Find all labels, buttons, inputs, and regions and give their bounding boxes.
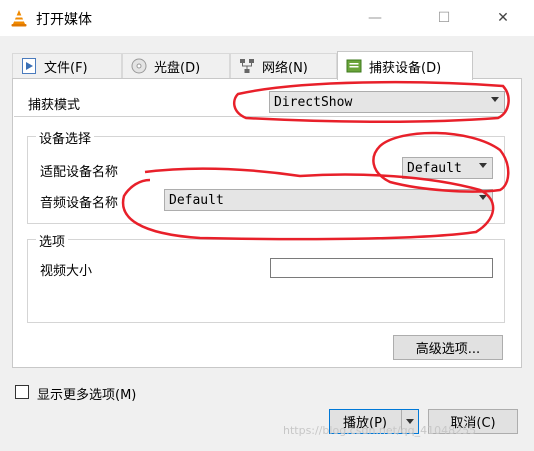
title-bar: 打开媒体 — ☐ ✕	[0, 0, 534, 36]
tab-file-label: 文件(F)	[44, 60, 88, 76]
tab-network-label: 网络(N)	[262, 60, 308, 76]
vlc-cone-icon	[11, 10, 27, 27]
tab-disc[interactable]: 光盘(D)	[122, 53, 230, 78]
video-device-select[interactable]: Default	[402, 157, 493, 179]
window-title: 打开媒体	[36, 12, 92, 28]
video-device-value: Default	[407, 160, 462, 176]
audio-device-label: 音频设备名称	[40, 196, 119, 211]
show-more-options-label: 显示更多选项(M)	[37, 388, 137, 403]
close-icon: ✕	[497, 10, 509, 26]
device-selection-title: 设备选择	[36, 128, 95, 147]
video-device-label: 适配设备名称	[40, 165, 119, 180]
maximize-icon: ☐	[437, 10, 451, 26]
capture-device-icon	[346, 58, 362, 74]
options-group	[27, 239, 505, 323]
chevron-down-icon	[491, 97, 499, 102]
audio-device-value: Default	[169, 192, 224, 208]
minimize-button[interactable]: —	[352, 0, 398, 36]
options-title: 选项	[36, 231, 69, 250]
disc-icon	[131, 58, 147, 74]
video-size-input[interactable]	[270, 258, 493, 278]
capture-mode-select[interactable]: DirectShow	[269, 91, 505, 113]
divider	[14, 116, 502, 117]
file-play-icon	[21, 58, 37, 74]
tab-file[interactable]: 文件(F)	[12, 53, 122, 78]
audio-device-select[interactable]: Default	[164, 189, 493, 211]
capture-mode-value: DirectShow	[274, 94, 353, 110]
network-icon	[239, 58, 255, 74]
tab-disc-label: 光盘(D)	[154, 60, 201, 76]
maximize-button[interactable]: ☐	[421, 0, 467, 36]
close-button[interactable]: ✕	[480, 0, 526, 36]
capture-mode-label: 捕获模式	[28, 98, 81, 113]
chevron-down-icon	[479, 163, 487, 168]
advanced-options-label: 高级选项...	[415, 342, 481, 357]
tab-capture-device-label: 捕获设备(D)	[369, 60, 442, 76]
show-more-options-checkbox[interactable]	[15, 385, 29, 399]
advanced-options-button[interactable]: 高级选项...	[393, 335, 503, 360]
chevron-down-icon	[479, 195, 487, 200]
minimize-icon: —	[368, 10, 382, 26]
tab-capture-device[interactable]: 捕获设备(D)	[337, 51, 473, 80]
watermark: https://blog.csdn.net/qq_41048255	[283, 424, 477, 437]
video-size-label: 视频大小	[40, 264, 93, 279]
tab-network[interactable]: 网络(N)	[230, 53, 337, 78]
